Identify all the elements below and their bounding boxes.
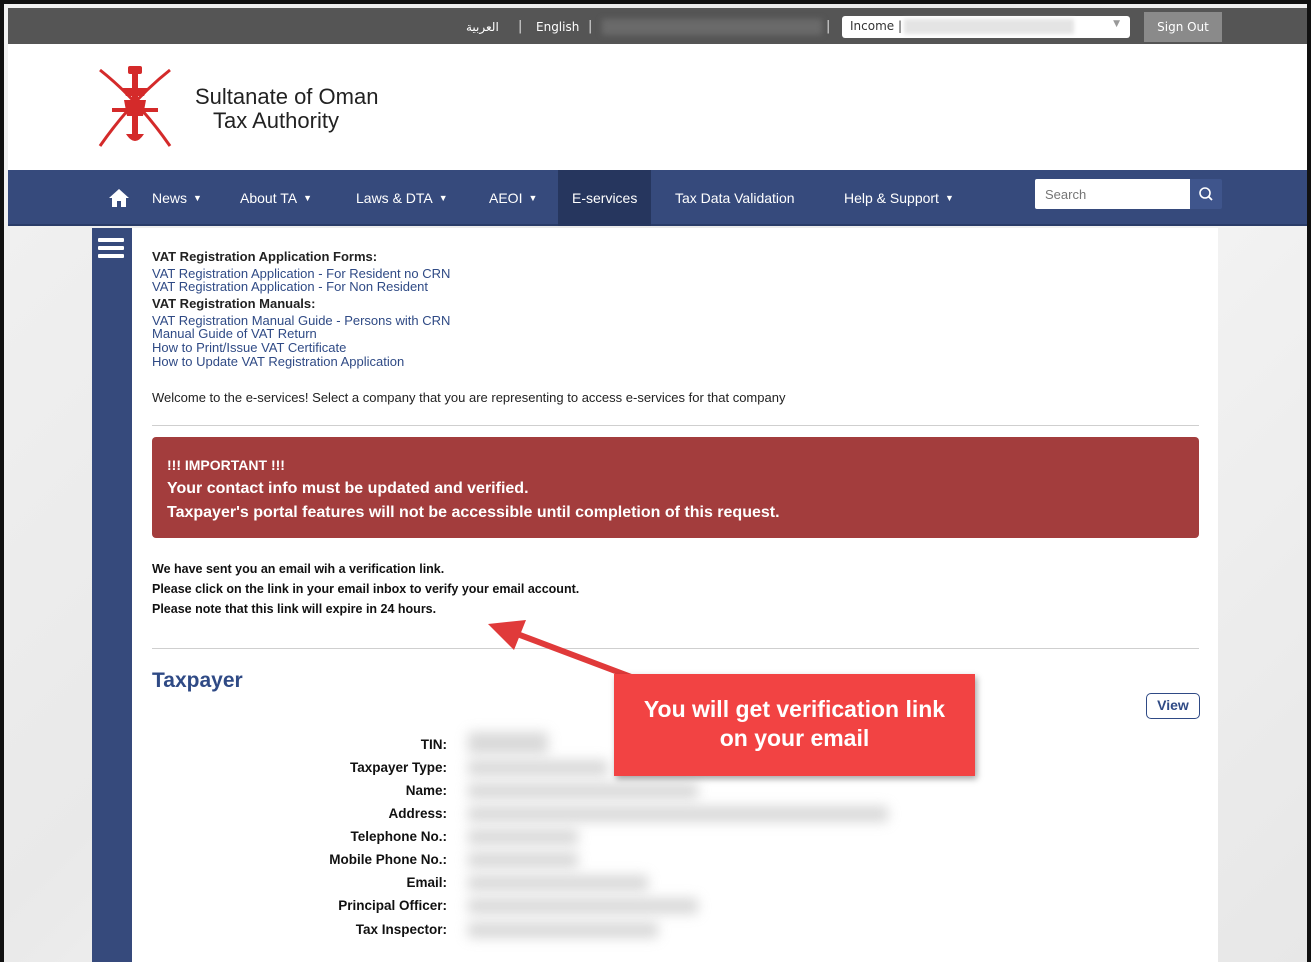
nav-about-ta[interactable]: About TA ▼ — [240, 170, 312, 226]
nav-tax-data-validation[interactable]: Tax Data Validation — [675, 170, 795, 226]
caret-down-icon: ▼ — [528, 193, 538, 203]
tax-type-select-value: Income | — [850, 19, 903, 33]
language-english-link[interactable]: English — [536, 20, 579, 34]
email-message-line: Please note that this link will expire i… — [152, 602, 437, 616]
language-arabic-link[interactable]: العربية — [466, 20, 499, 34]
redacted-value — [468, 783, 698, 799]
nav-laws-dta[interactable]: Laws & DTA ▼ — [356, 170, 448, 226]
side-menu-strip — [92, 228, 132, 962]
search-icon — [1199, 187, 1213, 201]
main-navigation: News ▼ About TA ▼ Laws & DTA ▼ AEOI ▼ E-serv… — [8, 170, 1307, 226]
annotation-callout: You will get verification link on your e… — [614, 674, 975, 776]
redacted-value — [468, 806, 888, 822]
nav-tax-data-validation-label: Tax Data Validation — [675, 190, 795, 206]
browser-frame: العربية | English | | Income | ▼ Sign Ou… — [0, 0, 1311, 962]
redacted-value — [468, 852, 578, 868]
brand-title: Sultanate of Oman — [195, 84, 379, 109]
nav-e-services[interactable]: E-services — [558, 170, 652, 226]
field-label-principal-officer: Principal Officer: — [338, 898, 447, 913]
sign-out-button[interactable]: Sign Out — [1144, 12, 1222, 42]
brand-subtitle: Tax Authority — [213, 108, 339, 133]
email-message-line: We have sent you an email wih a verifica… — [152, 562, 445, 576]
caret-down-icon: ▼ — [438, 193, 448, 203]
manual-link-print-certificate[interactable]: How to Print/Issue VAT Certificate — [152, 340, 346, 355]
redacted-value — [468, 760, 608, 776]
top-utility-bar: العربية | English | | Income | ▼ Sign Ou… — [8, 8, 1307, 44]
divider — [152, 648, 1199, 649]
field-label-name: Name: — [405, 783, 447, 798]
nav-help-support-label: Help & Support — [844, 190, 939, 206]
nav-laws-dta-label: Laws & DTA — [356, 190, 433, 206]
redacted-value — [468, 732, 548, 754]
nav-about-ta-label: About TA — [240, 190, 298, 206]
redacted-value — [468, 875, 648, 891]
manual-link-vat-return[interactable]: Manual Guide of VAT Return — [152, 326, 317, 341]
site-header: Sultanate of Oman Tax Authority — [8, 44, 1307, 170]
welcome-text: Welcome to the e-services! Select a comp… — [152, 390, 786, 405]
forms-heading: VAT Registration Application Forms: — [152, 249, 378, 264]
redacted-value — [468, 829, 578, 845]
alert-line: Taxpayer's portal features will not be a… — [167, 504, 780, 521]
caret-down-icon: ▼ — [944, 193, 954, 203]
nav-aeoi-label: AEOI — [489, 190, 523, 206]
important-alert: !!! IMPORTANT !!! Your contact info must… — [152, 437, 1199, 538]
field-label-telephone: Telephone No.: — [350, 829, 448, 844]
nav-news-label: News — [152, 190, 188, 206]
divider — [152, 425, 1199, 426]
alert-title: !!! IMPORTANT !!! — [167, 457, 285, 473]
field-label-taxpayer-type: Taxpayer Type: — [349, 760, 447, 775]
redacted-company — [904, 19, 1074, 34]
field-label-tin: TIN: — [420, 737, 447, 752]
caret-down-icon: ▼ — [303, 193, 312, 203]
taxpayer-section-title: Taxpayer — [152, 669, 243, 692]
view-button[interactable]: View — [1146, 693, 1200, 719]
chevron-down-icon: ▼ — [1113, 19, 1120, 29]
form-link-non-resident[interactable]: VAT Registration Application - For Non R… — [152, 279, 428, 294]
separator: | — [518, 19, 523, 34]
tax-type-select[interactable]: Income | ▼ — [842, 16, 1130, 38]
nav-news[interactable]: News ▼ — [152, 170, 202, 226]
redacted-username — [602, 19, 822, 35]
separator: | — [826, 19, 831, 34]
field-label-email: Email: — [406, 875, 447, 890]
caret-down-icon: ▼ — [193, 193, 202, 203]
oman-emblem-logo[interactable] — [92, 60, 178, 152]
separator: | — [588, 19, 593, 34]
annotation-text: You will get verification link — [643, 696, 946, 722]
nav-e-services-label: E-services — [572, 190, 638, 206]
hamburger-menu-icon[interactable] — [98, 236, 124, 260]
alert-line: Your contact info must be updated and ve… — [167, 480, 529, 497]
field-label-address: Address: — [388, 806, 447, 821]
email-message-line: Please click on the link in your email i… — [152, 582, 580, 596]
redacted-value — [468, 898, 698, 914]
nav-help-support[interactable]: Help & Support ▼ — [844, 170, 954, 226]
annotation-text: on your email — [719, 725, 870, 751]
main-content: VAT Registration Application Forms: VAT … — [132, 228, 1218, 962]
search-button[interactable] — [1190, 179, 1222, 209]
manuals-heading: VAT Registration Manuals: — [152, 296, 316, 311]
home-icon[interactable] — [108, 188, 130, 208]
manual-link-update-registration[interactable]: How to Update VAT Registration Applicati… — [152, 354, 404, 369]
field-label-mobile: Mobile Phone No.: — [329, 852, 447, 867]
nav-aeoi[interactable]: AEOI ▼ — [489, 170, 537, 226]
search-input[interactable] — [1035, 179, 1190, 209]
redacted-value — [468, 922, 658, 938]
field-label-tax-inspector: Tax Inspector: — [355, 922, 447, 937]
